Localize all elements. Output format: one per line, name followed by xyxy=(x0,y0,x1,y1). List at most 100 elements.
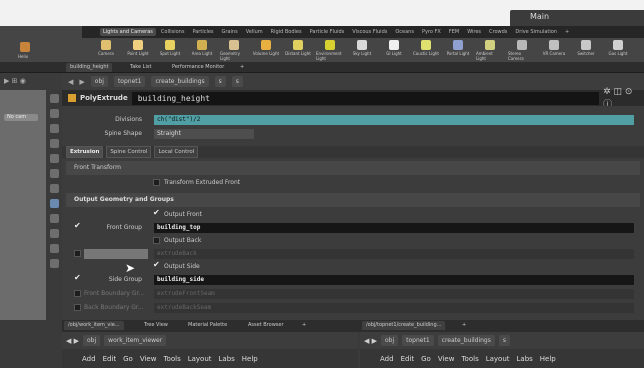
menu-item[interactable]: Help xyxy=(242,355,258,363)
menu-item[interactable]: Help xyxy=(540,355,556,363)
shelf-tool[interactable]: Ambient Light xyxy=(476,38,504,62)
side-group-field[interactable]: building_side xyxy=(154,275,634,285)
menu-item[interactable]: Go xyxy=(421,355,431,363)
front-boundary-field[interactable]: extrudeFrontSeam xyxy=(154,289,634,299)
path-obj[interactable]: obj xyxy=(90,76,108,87)
back-boundary-field[interactable]: extrudeBackSeam xyxy=(154,303,634,313)
shelf-tool[interactable]: GI Light xyxy=(380,38,408,62)
shelf-tab[interactable]: Pyro FX xyxy=(419,28,444,36)
path-create-buildings[interactable]: create_buildings xyxy=(151,76,209,87)
back-arrow-icon[interactable]: ◀ xyxy=(68,78,73,86)
helix-icon[interactable] xyxy=(20,42,30,52)
shelf-tab[interactable]: FEM xyxy=(446,28,462,36)
front-boundary-toggle[interactable] xyxy=(74,290,81,297)
back-arrow-icon[interactable]: ◀ ▶ xyxy=(66,337,79,345)
tab-building-height[interactable]: building_height xyxy=(66,63,113,72)
shelf-tab[interactable]: Particles xyxy=(189,28,216,36)
forward-arrow-icon[interactable]: ▶ xyxy=(79,78,84,86)
viewport-tools-icon[interactable]: ▶ ⊞ ◉ xyxy=(4,77,26,85)
view-tool-icon[interactable] xyxy=(49,229,59,238)
tab-spine-control[interactable]: Spine Control xyxy=(106,146,152,158)
tab-create-buildings-network[interactable]: /obj/topnet1/create_building... xyxy=(362,321,446,330)
menu-item[interactable]: Labs xyxy=(517,355,533,363)
menu-item[interactable]: Labs xyxy=(219,355,235,363)
back-arrow-icon[interactable]: ◀ ▶ xyxy=(364,337,377,345)
shelf-tool[interactable]: Point Light xyxy=(124,38,152,62)
front-transform-section[interactable]: Front Transform xyxy=(66,161,640,175)
path-obj[interactable]: obj xyxy=(381,335,399,346)
shelf-tab[interactable]: Vellum xyxy=(243,28,266,36)
handle-tool-icon[interactable] xyxy=(49,154,59,163)
menu-item[interactable]: Layout xyxy=(188,355,212,363)
tab-material-palette[interactable]: Material Palette xyxy=(184,321,231,330)
menu-item[interactable]: Add xyxy=(380,355,394,363)
menu-item[interactable]: View xyxy=(140,355,157,363)
tab-asset-browser[interactable]: Asset Browser xyxy=(244,321,288,330)
back-group-toggle[interactable] xyxy=(74,250,81,257)
shelf-tool[interactable]: Distant Light xyxy=(284,38,312,62)
output-front-checkbox[interactable]: ✔ xyxy=(153,208,160,217)
menu-item[interactable]: Layout xyxy=(486,355,510,363)
shelf-tool[interactable]: Caustic Light xyxy=(412,38,440,62)
output-side-checkbox[interactable]: ✔ xyxy=(153,260,160,269)
shelf-tab[interactable]: Oceans xyxy=(392,28,417,36)
tab-work-item-viewer[interactable]: /obj/work_item_vie... xyxy=(64,321,124,330)
add-bottom-tab-button[interactable]: + xyxy=(298,321,310,330)
menu-item[interactable]: Edit xyxy=(103,355,117,363)
shelf-tool[interactable]: Gas Light xyxy=(604,38,632,62)
tab-tree-view[interactable]: Tree View xyxy=(140,321,172,330)
path-work-item-viewer[interactable]: work_item_viewer xyxy=(104,335,167,346)
shelf-tool[interactable]: Stereo Camera xyxy=(508,38,536,62)
transform-extruded-checkbox[interactable] xyxy=(153,179,160,186)
path-create-buildings[interactable]: create_buildings xyxy=(437,335,495,346)
brush-tool-icon[interactable] xyxy=(49,244,59,253)
menu-item[interactable]: Tools xyxy=(163,355,180,363)
shelf-tab[interactable]: Viscous Fluids xyxy=(349,28,390,36)
path-sop[interactable]: s xyxy=(214,76,226,87)
shelf-tab[interactable]: + xyxy=(562,28,572,36)
shelf-tool[interactable]: Volume Light xyxy=(252,38,280,62)
pose-tool-icon[interactable] xyxy=(49,169,59,178)
shelf-tool[interactable]: Portal Light xyxy=(444,38,472,62)
shelf-tab[interactable]: Grains xyxy=(219,28,241,36)
shelf-tab[interactable]: Drive Simulation xyxy=(512,28,560,36)
back-boundary-toggle[interactable] xyxy=(74,304,81,311)
shelf-tool[interactable]: Camera xyxy=(92,38,120,62)
shelf-tool[interactable]: Switcher xyxy=(572,38,600,62)
tab-extrusion[interactable]: Extrusion xyxy=(66,146,104,158)
divisions-field[interactable]: ch("dist")/2 xyxy=(154,115,634,125)
scale-tool-icon[interactable] xyxy=(49,139,59,148)
desktop-name[interactable]: Main xyxy=(530,12,549,21)
add-right-tab-button[interactable]: + xyxy=(458,321,470,330)
shelf-tool[interactable]: Geometry Light xyxy=(220,38,248,62)
front-group-field[interactable]: building_top xyxy=(154,223,634,233)
menu-item[interactable]: Add xyxy=(82,355,96,363)
menu-item[interactable]: Go xyxy=(123,355,133,363)
node-name-field[interactable]: building_height xyxy=(131,91,600,105)
add-tab-button[interactable]: + xyxy=(236,63,248,72)
shelf-tab[interactable]: Rigid Bodies xyxy=(268,28,305,36)
paint-tool-icon[interactable] xyxy=(49,259,59,268)
output-back-checkbox[interactable] xyxy=(153,237,160,244)
shelf-tab[interactable]: Particle Fluids xyxy=(307,28,348,36)
shelf-tool[interactable]: Sky Light xyxy=(348,38,376,62)
path-topnet[interactable]: topnet1 xyxy=(113,76,146,87)
spine-shape-dropdown[interactable]: Straight xyxy=(154,129,254,139)
path-topnet[interactable]: topnet1 xyxy=(402,335,434,346)
path-leaf[interactable]: s xyxy=(231,76,243,87)
path-obj[interactable]: obj xyxy=(83,335,101,346)
shelf-tab[interactable]: Wires xyxy=(464,28,484,36)
shelf-tab[interactable]: Lights and Cameras xyxy=(100,28,156,36)
menu-item[interactable]: Tools xyxy=(461,355,478,363)
menu-item[interactable]: Edit xyxy=(401,355,415,363)
shelf-tool[interactable]: VR Camera xyxy=(540,38,568,62)
path-leaf[interactable]: s xyxy=(498,335,511,346)
lock-tool-icon[interactable] xyxy=(49,214,59,223)
tab-take-list[interactable]: Take List xyxy=(126,63,155,72)
shelf-tab[interactable]: Crowds xyxy=(486,28,510,36)
shelf-tool[interactable]: Environment Light xyxy=(316,38,344,62)
shelf-tool[interactable]: Spot Light xyxy=(156,38,184,62)
display-tool-icon[interactable] xyxy=(49,199,59,208)
rotate-tool-icon[interactable] xyxy=(49,124,59,133)
shelf-tab[interactable]: Collisions xyxy=(158,28,188,36)
